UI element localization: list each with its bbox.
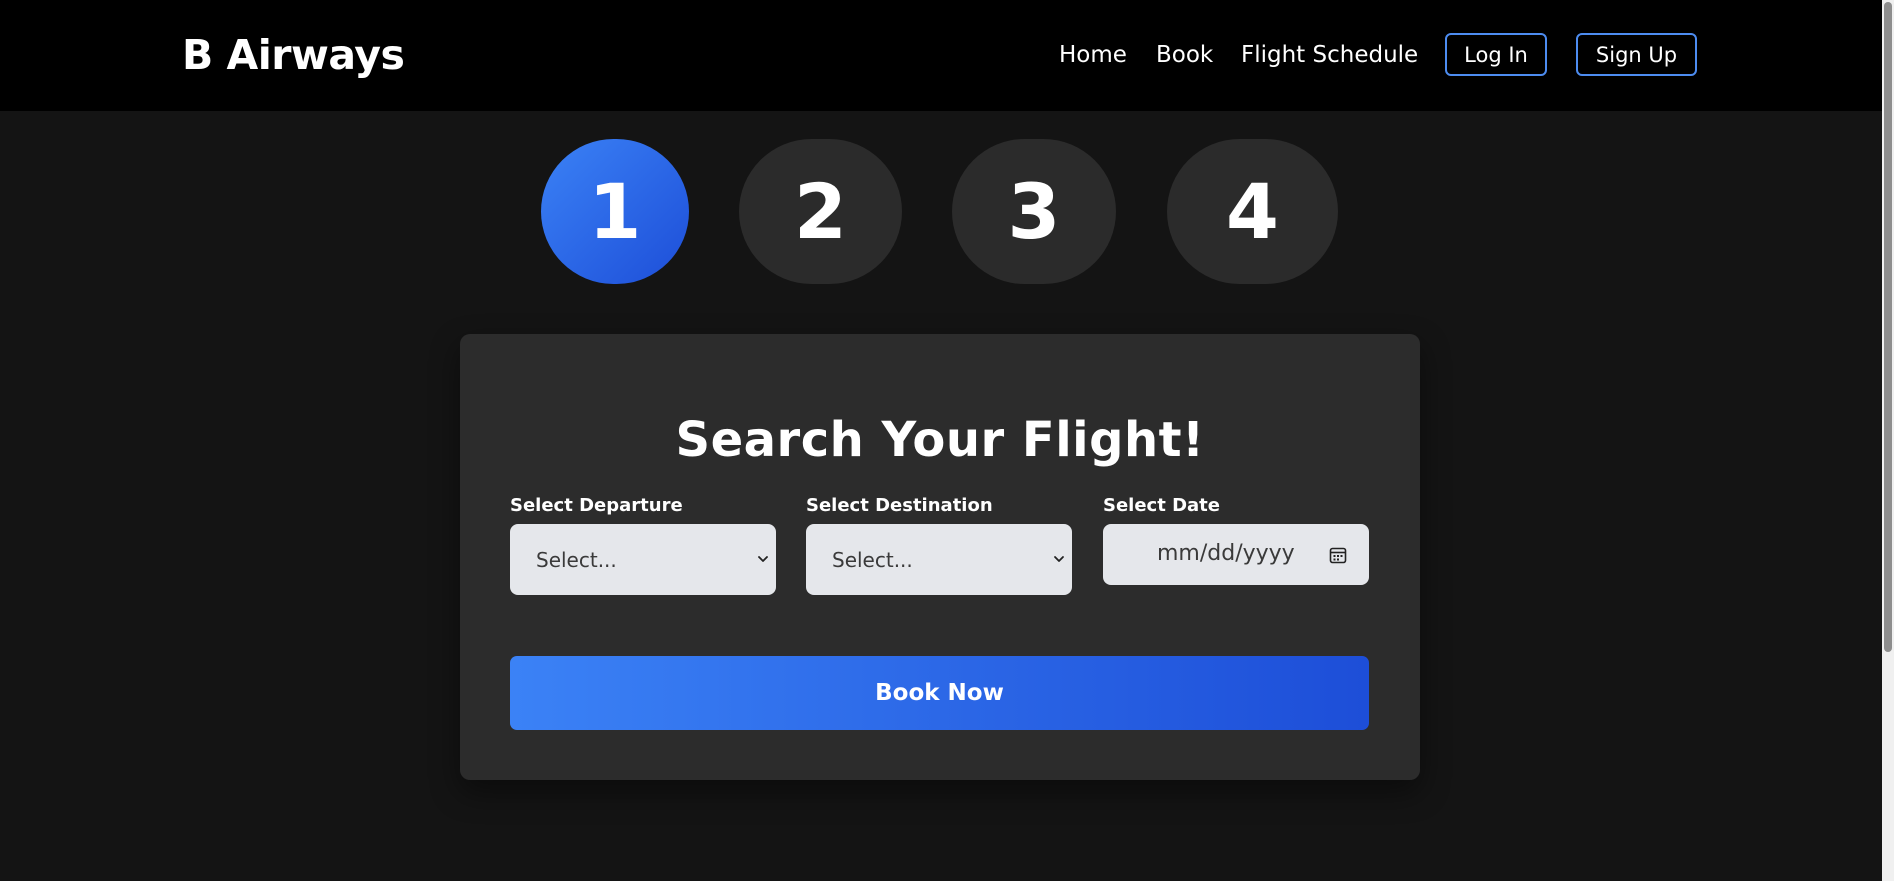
date-label: Select Date (1103, 495, 1220, 516)
page-scrollbar[interactable] (1882, 0, 1894, 881)
departure-select[interactable]: Select... (510, 524, 776, 595)
step-4[interactable]: 4 (1167, 139, 1338, 284)
date-input[interactable]: mm/dd/yyyy (1103, 524, 1369, 585)
chevron-down-icon (758, 556, 768, 562)
login-button[interactable]: Log In (1445, 33, 1547, 76)
destination-label: Select Destination (806, 495, 993, 516)
scrollbar-thumb[interactable] (1884, 2, 1892, 652)
step-2[interactable]: 2 (739, 139, 902, 284)
step-1[interactable]: 1 (541, 139, 689, 284)
chevron-down-icon (1054, 556, 1064, 562)
calendar-icon[interactable] (1329, 546, 1347, 564)
nav-link-book[interactable]: Book (1156, 40, 1213, 70)
destination-select[interactable]: Select... (806, 524, 1072, 595)
departure-label: Select Departure (510, 495, 683, 516)
nav-link-home[interactable]: Home (1059, 40, 1127, 70)
navbar: B Airways Home Book Flight Schedule Log … (0, 0, 1894, 111)
booking-page: B Airways Home Book Flight Schedule Log … (0, 0, 1894, 881)
signup-button[interactable]: Sign Up (1576, 33, 1697, 76)
nav-link-flight-schedule[interactable]: Flight Schedule (1241, 40, 1418, 70)
book-now-button[interactable]: Book Now (510, 656, 1369, 730)
brand-logo[interactable]: B Airways (182, 30, 405, 80)
destination-select-value: Select... (832, 547, 913, 572)
departure-select-value: Select... (536, 547, 617, 572)
date-placeholder: mm/dd/yyyy (1157, 541, 1295, 566)
flight-search-card: Search Your Flight! Select Departure Sel… (460, 334, 1420, 780)
search-title: Search Your Flight! (675, 412, 1205, 469)
step-3[interactable]: 3 (952, 139, 1116, 284)
